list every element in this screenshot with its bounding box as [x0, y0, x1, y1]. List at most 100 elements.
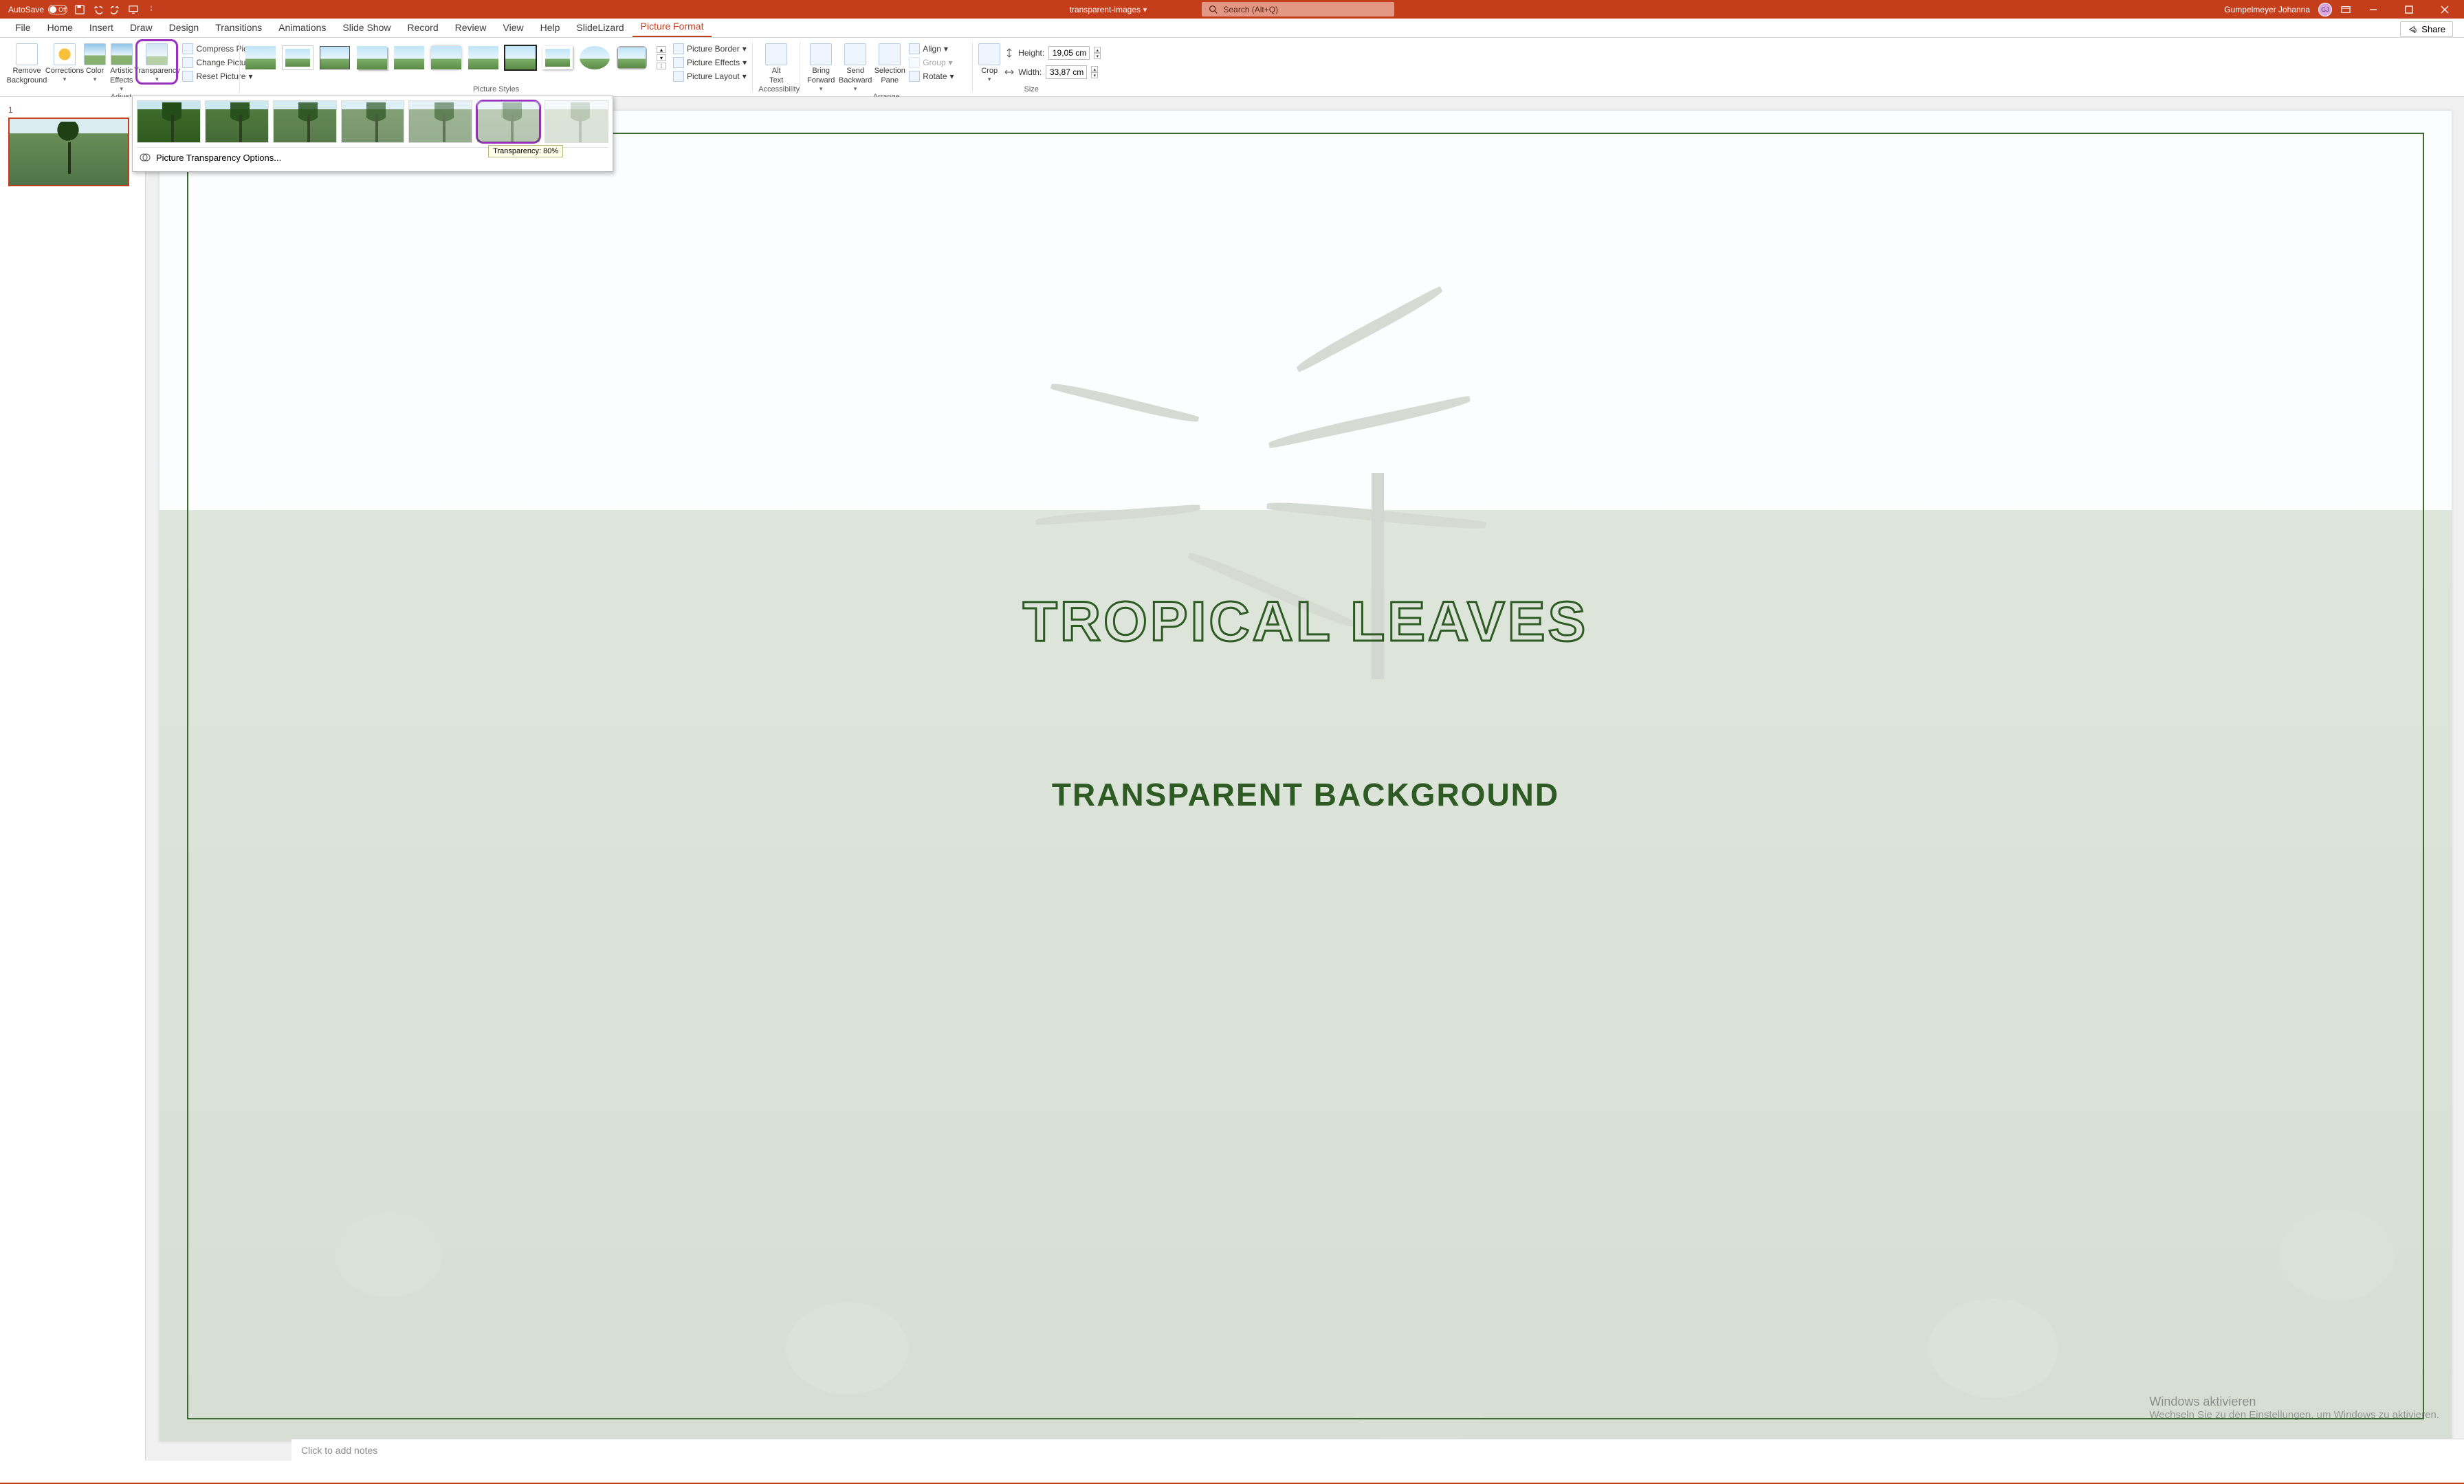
document-title[interactable]: transparent-images ▾: [1070, 5, 1147, 14]
redo-icon[interactable]: [110, 4, 121, 15]
rotate-button[interactable]: Rotate ▾: [909, 71, 954, 82]
style-thumb[interactable]: [617, 46, 647, 69]
tab-file[interactable]: File: [7, 18, 39, 37]
tab-review[interactable]: Review: [447, 18, 495, 37]
alt-text-button[interactable]: Alt Text: [761, 41, 791, 85]
style-thumb[interactable]: [431, 46, 461, 69]
share-icon: [2408, 25, 2417, 34]
search-placeholder: Search (Alt+Q): [1223, 5, 1278, 14]
slide-title-2[interactable]: TRANSPARENT BACKGROUND: [160, 776, 2452, 813]
present-icon[interactable]: [128, 4, 139, 15]
height-spinner[interactable]: ▴▾: [1094, 47, 1101, 59]
workspace: 1 TROPICAL LEAVES TRANSPARENT BACKGROUND…: [0, 97, 2464, 1461]
send-backward-icon: [844, 43, 866, 65]
autosave-toggle[interactable]: AutoSave Off: [8, 5, 67, 14]
ribbon-tabs: File Home Insert Draw Design Transitions…: [0, 19, 2464, 38]
share-button[interactable]: Share: [2400, 21, 2453, 37]
transparency-preset-5[interactable]: Transparency: 80%: [476, 100, 540, 143]
transparency-preset-1[interactable]: [205, 100, 269, 143]
tab-help[interactable]: Help: [532, 18, 569, 37]
group-adjust: Remove Background Corrections▾ Color▾ Ar…: [3, 38, 239, 96]
tab-slideshow[interactable]: Slide Show: [334, 18, 399, 37]
minimize-button[interactable]: [2360, 0, 2387, 19]
style-thumb[interactable]: [283, 46, 313, 69]
group-icon: [909, 57, 920, 68]
tab-picture-format[interactable]: Picture Format: [632, 16, 712, 37]
height-row: Height: ▴▾: [1004, 46, 1101, 60]
group-label-styles: Picture Styles: [245, 85, 747, 95]
undo-icon[interactable]: [92, 4, 103, 15]
selection-pane-icon: [879, 43, 901, 65]
transparency-button[interactable]: Transparency▾: [137, 41, 177, 83]
height-icon: [1004, 48, 1014, 58]
style-thumb[interactable]: [357, 46, 387, 69]
tab-draw[interactable]: Draw: [122, 18, 161, 37]
remove-background-button[interactable]: Remove Background: [8, 41, 45, 85]
group-size: Crop▾ Height: ▴▾ Width: ▴▾ Size: [973, 38, 1090, 96]
height-input[interactable]: [1048, 46, 1090, 60]
group-label-accessibility: Accessibility: [758, 85, 794, 95]
style-thumb[interactable]: [394, 46, 424, 69]
ribbon-display-icon[interactable]: [2340, 4, 2351, 15]
windows-activation-watermark: Windows aktivieren Wechseln Sie zu den E…: [2149, 1395, 2439, 1421]
picture-effects-button[interactable]: Picture Effects ▾: [673, 57, 747, 68]
group-arrange: Bring Forward ▾ Send Backward ▾ Selectio…: [800, 38, 972, 96]
bring-forward-button[interactable]: Bring Forward ▾: [806, 41, 836, 93]
transparency-preset-4[interactable]: [408, 100, 472, 143]
corrections-button[interactable]: Corrections▾: [50, 41, 80, 83]
save-icon[interactable]: [74, 4, 85, 15]
tab-insert[interactable]: Insert: [81, 18, 122, 37]
align-icon: [909, 43, 920, 54]
transparency-tooltip: Transparency: 80%: [488, 145, 563, 157]
transparency-preset-3[interactable]: [341, 100, 405, 143]
avatar[interactable]: GJ: [2318, 3, 2332, 16]
style-thumb[interactable]: [542, 46, 573, 69]
crop-button[interactable]: Crop▾: [978, 41, 1000, 83]
notes-pane[interactable]: Click to add notes: [292, 1439, 2464, 1461]
picture-styles-gallery[interactable]: ▴▾⁞: [245, 41, 666, 69]
color-icon: [84, 43, 106, 65]
picture-layout-button[interactable]: Picture Layout ▾: [673, 71, 747, 82]
style-thumb[interactable]: [320, 46, 350, 69]
close-button[interactable]: [2431, 0, 2458, 19]
width-icon: [1004, 67, 1014, 77]
tab-record[interactable]: Record: [399, 18, 446, 37]
transparency-preset-0[interactable]: [137, 100, 201, 143]
transparency-preset-6[interactable]: [544, 100, 608, 143]
picture-border-button[interactable]: Picture Border ▾: [673, 43, 747, 54]
align-button[interactable]: Align ▾: [909, 43, 954, 54]
tab-view[interactable]: View: [495, 18, 532, 37]
width-spinner[interactable]: ▴▾: [1091, 66, 1098, 78]
user-name[interactable]: Gumpelmeyer Johanna: [2224, 5, 2310, 14]
tab-design[interactable]: Design: [161, 18, 208, 37]
width-input[interactable]: [1046, 65, 1087, 79]
slide-canvas-area[interactable]: TROPICAL LEAVES TRANSPARENT BACKGROUND W…: [146, 97, 2464, 1461]
transparency-preset-2[interactable]: [273, 100, 337, 143]
tab-home[interactable]: Home: [39, 18, 81, 37]
selection-pane-button[interactable]: Selection Pane: [874, 41, 905, 85]
style-thumb[interactable]: [580, 46, 610, 69]
qat-more-icon[interactable]: ⁞: [146, 4, 157, 15]
slide-thumbnail-1[interactable]: [8, 118, 129, 186]
artistic-effects-button[interactable]: Artistic Effects ▾: [110, 41, 133, 93]
slide-canvas[interactable]: TROPICAL LEAVES TRANSPARENT BACKGROUND W…: [160, 111, 2452, 1441]
style-thumb[interactable]: [245, 46, 276, 69]
crop-icon: [978, 43, 1000, 65]
style-thumb[interactable]: [505, 46, 536, 69]
search-box[interactable]: Search (Alt+Q): [1202, 2, 1394, 16]
gallery-more-button[interactable]: ▴▾⁞: [657, 46, 666, 69]
tab-slidelizard[interactable]: SlideLizard: [568, 18, 632, 37]
maximize-button[interactable]: [2395, 0, 2423, 19]
transparency-options-icon: [140, 152, 151, 163]
color-button[interactable]: Color▾: [84, 41, 106, 83]
artistic-effects-icon: [111, 43, 133, 65]
send-backward-button[interactable]: Send Backward ▾: [840, 41, 870, 93]
tab-transitions[interactable]: Transitions: [207, 18, 270, 37]
tab-animations[interactable]: Animations: [270, 18, 334, 37]
group-button[interactable]: Group ▾: [909, 57, 954, 68]
slide-thumbnail-panel[interactable]: 1: [0, 97, 146, 1461]
slide-title-1[interactable]: TROPICAL LEAVES: [160, 590, 2452, 654]
bring-forward-icon: [810, 43, 832, 65]
style-thumb[interactable]: [468, 46, 498, 69]
width-row: Width: ▴▾: [1004, 65, 1101, 79]
